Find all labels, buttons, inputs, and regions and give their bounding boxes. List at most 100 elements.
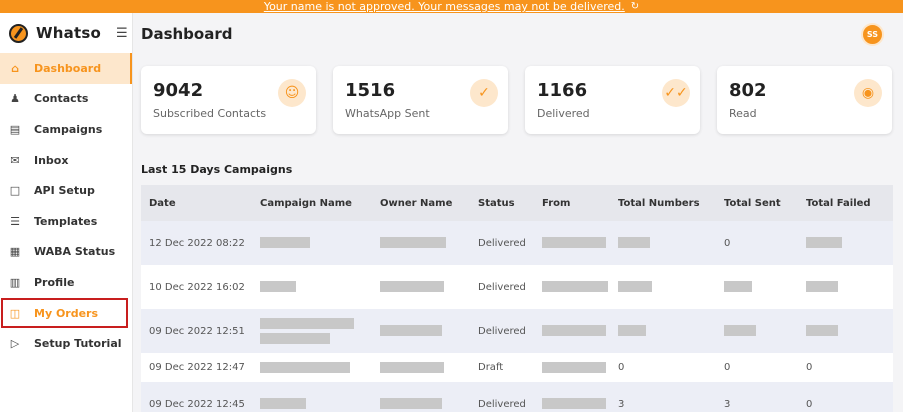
cell-owner-name: [372, 398, 470, 410]
redacted-value: [542, 237, 606, 249]
redacted-value: [806, 325, 838, 337]
sidebar-item-profile[interactable]: ▥ Profile: [0, 267, 132, 298]
redacted-value: [724, 325, 756, 337]
cell-campaign-name: [252, 281, 372, 293]
page-title: Dashboard: [141, 25, 233, 43]
avatar[interactable]: SS: [861, 23, 884, 46]
redacted-value: [260, 317, 354, 329]
campaigns-section-title: Last 15 Days Campaigns: [141, 163, 293, 176]
column-header-total-numbers[interactable]: Total Numbers: [610, 198, 716, 209]
column-header-owner-name[interactable]: Owner Name: [372, 198, 470, 209]
template-icon: ☰: [10, 214, 20, 228]
cell-total-failed: 0: [806, 398, 813, 410]
sidebar-item-setup-tutorial[interactable]: ▷ Setup Tutorial: [0, 328, 132, 359]
redacted-value: [618, 325, 646, 337]
sidebar-item-label: WABA Status: [34, 245, 116, 259]
cell-total-failed: 0: [806, 362, 813, 373]
campaign-icon: ▤: [9, 122, 21, 136]
sidebar-item-label: Inbox: [34, 153, 69, 167]
table-row[interactable]: 09 Dec 2022 12:47 Draft 0 0 0: [141, 353, 893, 382]
check-icon: ✓: [470, 79, 498, 107]
profile-icon: ▥: [9, 275, 21, 289]
cell-date: 09 Dec 2022 12:47: [149, 362, 245, 373]
sidebar-item-label: Setup Tutorial: [34, 337, 122, 351]
cell-owner-name: [372, 325, 470, 337]
redacted-value: [618, 237, 650, 249]
api-icon: □: [9, 184, 21, 198]
redacted-value: [542, 281, 608, 293]
cell-date: 09 Dec 2022 12:45: [149, 398, 245, 410]
sidebar-item-label: Campaigns: [34, 122, 103, 136]
sidebar-item-label: Contacts: [34, 92, 89, 106]
cell-campaign-name: [252, 317, 372, 345]
stat-value: 1166: [537, 80, 588, 101]
redacted-value: [542, 325, 606, 337]
main-content: Dashboard SS 9042 Subscribed Contacts ☺ …: [134, 13, 903, 412]
stats-cards: 9042 Subscribed Contacts ☺ 1516 WhatsApp…: [141, 66, 893, 134]
cell-total-numbers: [610, 237, 716, 249]
table-row[interactable]: 09 Dec 2022 12:45 Delivered 3 3 0: [141, 382, 893, 412]
cell-total-failed: [798, 237, 893, 249]
cell-total-numbers: [610, 281, 716, 293]
sidebar-item-my-orders[interactable]: ◫ My Orders: [1, 297, 128, 329]
eye-icon: ◉: [854, 79, 882, 107]
cell-campaign-name: [252, 361, 372, 374]
sidebar-item-templates[interactable]: ☰ Templates: [0, 206, 132, 237]
redacted-value: [806, 281, 838, 293]
sidebar-item-label: Profile: [34, 275, 75, 289]
whatso-logo-icon: [9, 23, 28, 43]
sidebar-item-label: My Orders: [34, 306, 99, 320]
column-header-campaign-name[interactable]: Campaign Name: [252, 198, 372, 209]
column-header-total-sent[interactable]: Total Sent: [716, 198, 798, 209]
cell-total-sent: [716, 281, 798, 293]
play-icon: ▷: [10, 337, 20, 351]
stat-label: WhatsApp Sent: [345, 107, 430, 120]
redacted-value: [542, 398, 606, 410]
approval-warning-banner[interactable]: Your name is not approved. Your messages…: [0, 0, 903, 13]
stat-label: Delivered: [537, 107, 590, 120]
cell-campaign-name: [252, 237, 372, 249]
sidebar-item-campaigns[interactable]: ▤ Campaigns: [0, 114, 132, 145]
column-header-status[interactable]: Status: [470, 198, 534, 209]
column-header-total-failed[interactable]: Total Failed: [798, 198, 893, 209]
sidebar-item-api-setup[interactable]: □ API Setup: [0, 175, 132, 206]
cell-total-sent: 0: [724, 237, 731, 249]
double-check-icon: ✓✓: [662, 79, 690, 107]
sidebar-item-inbox[interactable]: ✉ Inbox: [0, 145, 132, 176]
status-icon: ▦: [9, 245, 21, 259]
approval-warning-text[interactable]: Your name is not approved. Your messages…: [264, 0, 625, 13]
redacted-value: [260, 398, 306, 410]
stat-value: 9042: [153, 80, 204, 101]
brand-name: Whatso: [36, 24, 101, 42]
redacted-value: [380, 325, 442, 337]
table-row[interactable]: 10 Dec 2022 16:02 Delivered: [141, 265, 893, 309]
redacted-value: [380, 398, 442, 410]
cell-total-sent: 0: [724, 362, 731, 373]
redacted-value: [542, 361, 606, 373]
sidebar: Whatso ☰ ⌂ Dashboard ♟ Contacts ▤ Campai…: [0, 13, 133, 412]
redacted-value: [806, 237, 842, 249]
redacted-value: [260, 237, 310, 249]
redacted-value: [380, 361, 444, 373]
campaigns-table: Date Campaign Name Owner Name Status Fro…: [141, 185, 893, 412]
column-header-date[interactable]: Date: [141, 198, 252, 209]
sidebar-item-contacts[interactable]: ♟ Contacts: [0, 84, 132, 115]
table-row[interactable]: 12 Dec 2022 08:22 Delivered 0: [141, 221, 893, 265]
table-row[interactable]: 09 Dec 2022 12:51 Delivered: [141, 309, 893, 353]
refresh-icon[interactable]: ↻: [631, 0, 639, 13]
cart-icon: ◫: [9, 306, 21, 320]
column-header-from[interactable]: From: [534, 198, 610, 209]
cell-date: 12 Dec 2022 08:22: [149, 237, 245, 249]
stat-card-delivered: 1166 Delivered ✓✓: [525, 66, 700, 134]
cell-date: 10 Dec 2022 16:02: [149, 281, 245, 293]
cell-campaign-name: [252, 398, 372, 410]
sidebar-item-dashboard[interactable]: ⌂ Dashboard: [0, 53, 132, 84]
hamburger-menu-icon[interactable]: ☰: [116, 26, 128, 41]
sidebar-item-waba-status[interactable]: ▦ WABA Status: [0, 237, 132, 268]
table-body: 12 Dec 2022 08:22 Delivered 0 10 Dec 202…: [141, 221, 893, 412]
cell-status: Delivered: [478, 398, 526, 410]
cell-status: Delivered: [478, 325, 526, 337]
cell-status: Delivered: [478, 281, 526, 293]
sidebar-nav: ⌂ Dashboard ♟ Contacts ▤ Campaigns ✉ Inb…: [0, 53, 132, 359]
stat-card-whatsapp-sent: 1516 WhatsApp Sent ✓: [333, 66, 508, 134]
